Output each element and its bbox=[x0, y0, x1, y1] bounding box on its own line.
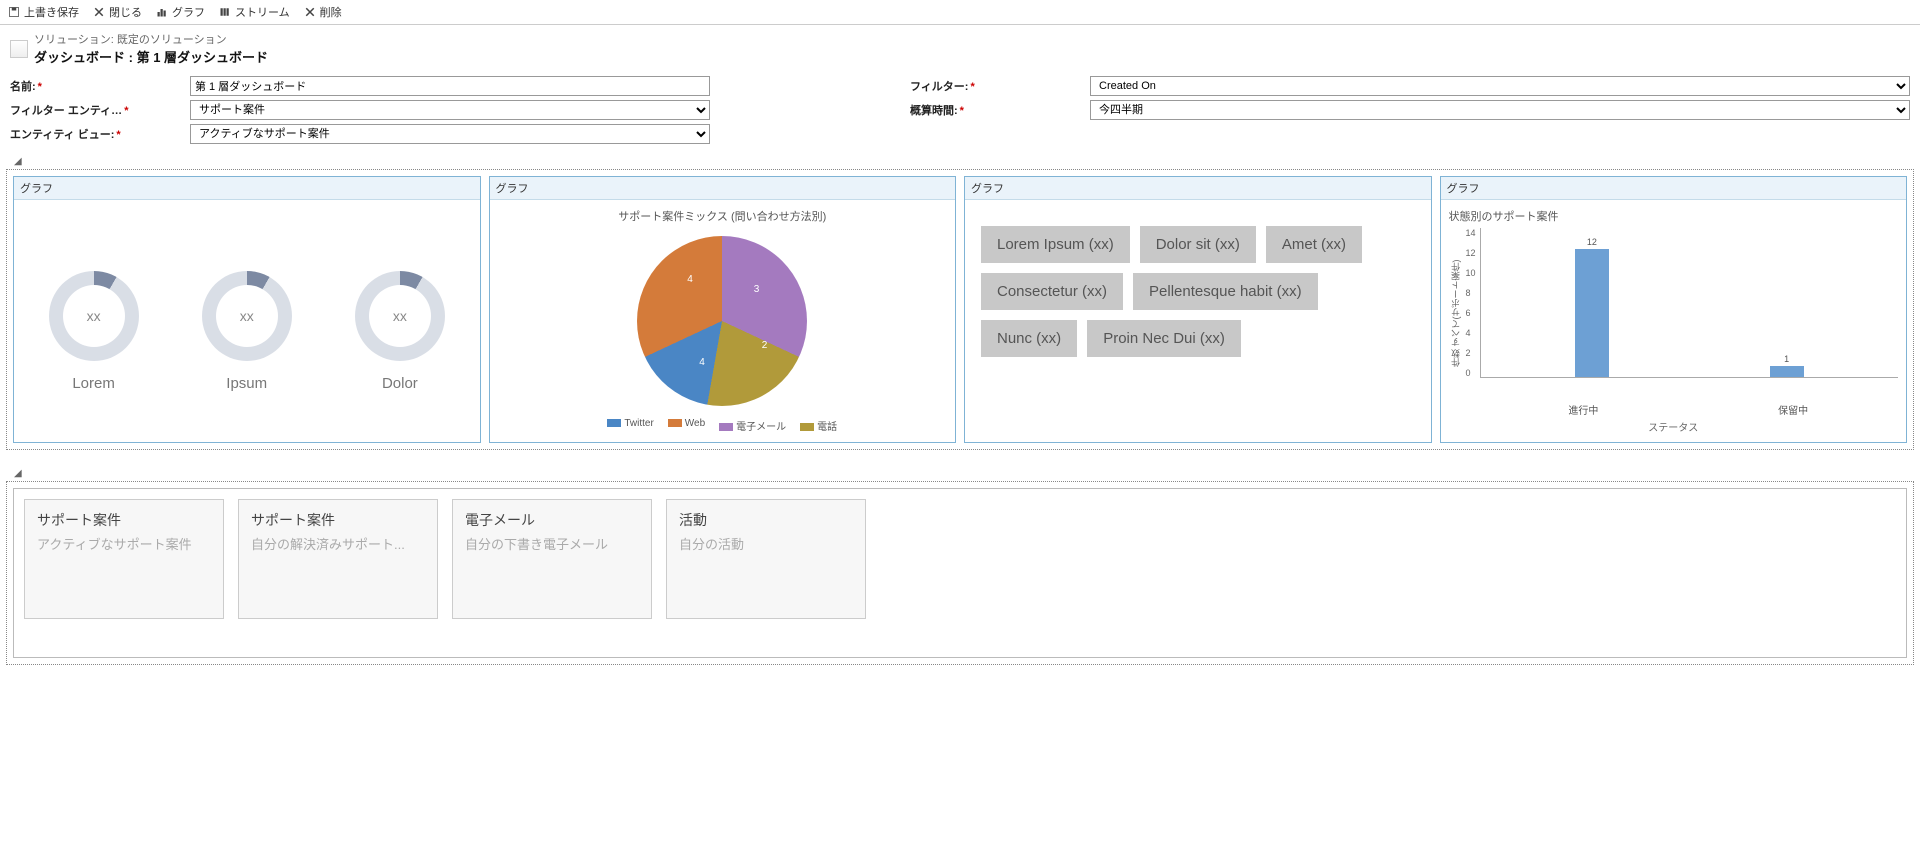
card-subtitle: 自分の解決済みサポート... bbox=[251, 534, 425, 553]
close-button[interactable]: 閉じる bbox=[93, 4, 142, 20]
donut-value: xx bbox=[369, 285, 431, 347]
save-icon bbox=[8, 6, 20, 18]
filter-select[interactable]: Created On bbox=[1090, 76, 1910, 96]
bar-plot: 12 1 bbox=[1480, 228, 1898, 378]
timeframe-label: 概算時間:* bbox=[910, 102, 1080, 118]
donut-value: xx bbox=[63, 285, 125, 347]
chart-tile-donuts[interactable]: グラフ xx Lorem xx Ipsum xx Dolor bbox=[13, 176, 481, 443]
card-title: 電子メール bbox=[465, 510, 639, 530]
tile-header: グラフ bbox=[490, 177, 956, 200]
name-input[interactable] bbox=[190, 76, 710, 96]
tag-item[interactable]: Amet (xx) bbox=[1266, 226, 1362, 263]
stream-label: ストリーム bbox=[235, 4, 290, 20]
dashboard-name: 第 1 層ダッシュボード bbox=[137, 50, 268, 65]
solution-label: ソリューション: bbox=[34, 34, 114, 46]
pie-slice-value: 4 bbox=[699, 357, 705, 368]
stream-card[interactable]: サポート案件 アクティブなサポート案件 bbox=[24, 499, 224, 619]
close-label: 閉じる bbox=[109, 4, 142, 20]
filter-entity-select[interactable]: サポート案件 bbox=[190, 100, 710, 120]
donut-item: xx Lorem bbox=[49, 271, 139, 392]
tag-item[interactable]: Dolor sit (xx) bbox=[1140, 226, 1256, 263]
pie-slice-value: 4 bbox=[687, 274, 693, 285]
chart-button[interactable]: グラフ bbox=[156, 4, 205, 20]
bar bbox=[1770, 366, 1804, 377]
delete-button[interactable]: 削除 bbox=[304, 4, 342, 20]
stream-section: サポート案件 アクティブなサポート案件 サポート案件 自分の解決済みサポート..… bbox=[6, 481, 1914, 665]
name-label: 名前:* bbox=[10, 78, 180, 94]
card-title: 活動 bbox=[679, 510, 853, 530]
solution-icon bbox=[10, 40, 28, 58]
tile-header: グラフ bbox=[1441, 177, 1907, 200]
donut-value: xx bbox=[216, 285, 278, 347]
pie-slice-value: 3 bbox=[754, 284, 760, 295]
timeframe-select[interactable]: 今四半期 bbox=[1090, 100, 1910, 120]
visual-section: グラフ xx Lorem xx Ipsum xx Dolor bbox=[6, 169, 1914, 450]
card-subtitle: 自分の下書き電子メール bbox=[465, 534, 639, 553]
delete-icon bbox=[304, 6, 316, 18]
tile-header: グラフ bbox=[14, 177, 480, 200]
save-label: 上書き保存 bbox=[24, 4, 79, 20]
bar-title: 状態別のサポート案件 bbox=[1449, 208, 1899, 224]
y-axis-label: 件数 すべて(サポート案件) bbox=[1449, 228, 1462, 398]
donut-item: xx Ipsum bbox=[202, 271, 292, 392]
stream-card[interactable]: サポート案件 自分の解決済みサポート... bbox=[238, 499, 438, 619]
chart-tile-bar[interactable]: グラフ 状態別のサポート案件 件数 すべて(サポート案件) 1412108642… bbox=[1440, 176, 1908, 443]
x-ticks: 進行中保留中 bbox=[1479, 402, 1899, 417]
page-header: ソリューション: 既定のソリューション ダッシュボード : 第 1 層ダッシュボ… bbox=[0, 25, 1920, 74]
x-axis-label: ステータス bbox=[1449, 419, 1899, 434]
command-bar: 上書き保存 閉じる グラフ ストリーム 削除 bbox=[0, 0, 1920, 25]
property-form: 名前:* フィルター:* Created On フィルター エンティ…* サポー… bbox=[0, 74, 1920, 154]
stream-container[interactable]: サポート案件 アクティブなサポート案件 サポート案件 自分の解決済みサポート..… bbox=[13, 488, 1907, 658]
pie-chart: 4 3 2 4 bbox=[637, 236, 807, 406]
donut-label: Dolor bbox=[355, 375, 445, 392]
tag-item[interactable]: Consectetur (xx) bbox=[981, 273, 1123, 310]
bar bbox=[1575, 249, 1609, 377]
bar-value: 12 bbox=[1587, 237, 1597, 247]
entity-view-label: エンティティ ビュー:* bbox=[10, 126, 180, 142]
chart-label: グラフ bbox=[172, 4, 205, 20]
solution-name: 既定のソリューション bbox=[117, 34, 227, 46]
pie-title: サポート案件ミックス (問い合わせ方法別) bbox=[498, 208, 948, 224]
stream-card[interactable]: 活動 自分の活動 bbox=[666, 499, 866, 619]
section-collapse-handle[interactable]: ◢ bbox=[6, 154, 1914, 169]
tag-item[interactable]: Pellentesque habit (xx) bbox=[1133, 273, 1318, 310]
stream-card[interactable]: 電子メール 自分の下書き電子メール bbox=[452, 499, 652, 619]
stream-icon bbox=[219, 6, 231, 18]
card-subtitle: 自分の活動 bbox=[679, 534, 853, 553]
donut-label: Lorem bbox=[49, 375, 139, 392]
close-icon bbox=[93, 6, 105, 18]
bar-value: 1 bbox=[1784, 354, 1789, 364]
y-ticks: 14121086420 bbox=[1462, 228, 1480, 378]
save-button[interactable]: 上書き保存 bbox=[8, 4, 79, 20]
card-subtitle: アクティブなサポート案件 bbox=[37, 534, 211, 553]
dashboard-canvas: ◢ グラフ xx Lorem xx Ipsum bbox=[0, 154, 1920, 671]
donut-item: xx Dolor bbox=[355, 271, 445, 392]
tag-item[interactable]: Nunc (xx) bbox=[981, 320, 1077, 357]
delete-label: 削除 bbox=[320, 4, 342, 20]
tile-header: グラフ bbox=[965, 177, 1431, 200]
entity-view-select[interactable]: アクティブなサポート案件 bbox=[190, 124, 710, 144]
card-title: サポート案件 bbox=[251, 510, 425, 530]
tag-item[interactable]: Proin Nec Dui (xx) bbox=[1087, 320, 1241, 357]
filter-entity-label: フィルター エンティ…* bbox=[10, 102, 180, 118]
donut-label: Ipsum bbox=[202, 375, 292, 392]
pie-legend: Twitter Web 電子メール 電話 bbox=[607, 418, 837, 433]
bar-chart-icon bbox=[156, 6, 168, 18]
stream-button[interactable]: ストリーム bbox=[219, 4, 290, 20]
chart-tile-tags[interactable]: グラフ Lorem Ipsum (xx) Dolor sit (xx) Amet… bbox=[964, 176, 1432, 443]
dashboard-label: ダッシュボード : bbox=[34, 50, 133, 65]
pie-slice-value: 2 bbox=[762, 340, 768, 351]
section-collapse-handle[interactable]: ◢ bbox=[6, 466, 1914, 481]
card-title: サポート案件 bbox=[37, 510, 211, 530]
filter-label: フィルター:* bbox=[910, 78, 1080, 94]
tag-item[interactable]: Lorem Ipsum (xx) bbox=[981, 226, 1130, 263]
chart-tile-pie[interactable]: グラフ サポート案件ミックス (問い合わせ方法別) 4 3 2 4 Twitte… bbox=[489, 176, 957, 443]
